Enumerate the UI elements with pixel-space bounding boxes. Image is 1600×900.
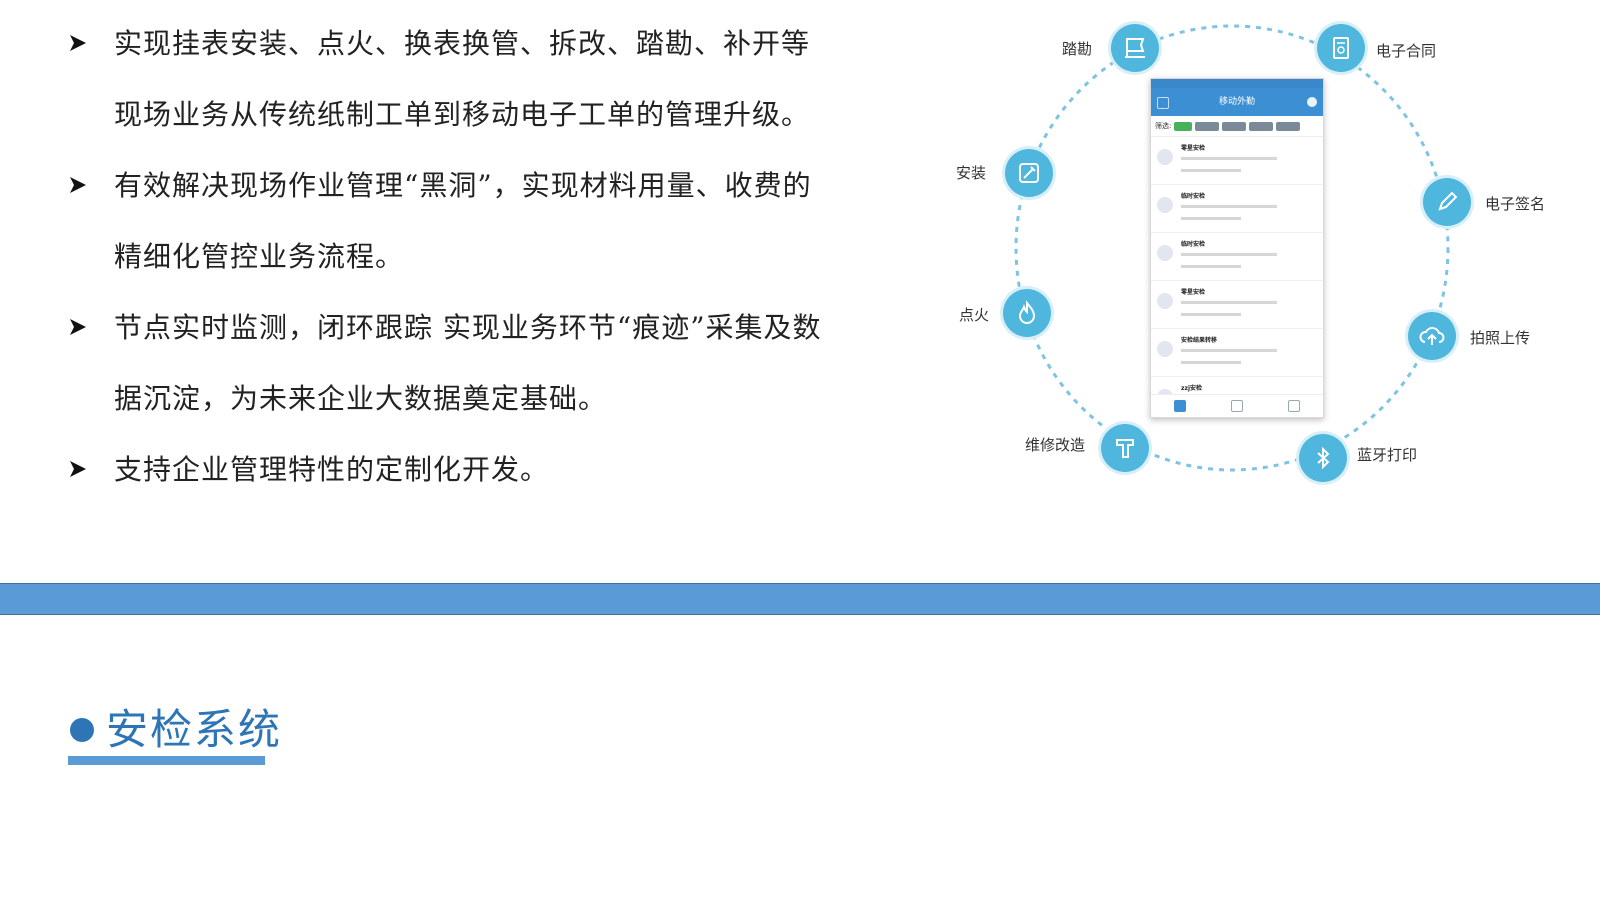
phone-app-title: 移动外勤 xyxy=(1218,97,1255,107)
divider-band xyxy=(0,583,1600,615)
e-signature-label: 电子签名 xyxy=(1485,195,1546,213)
cloud-upload-icon xyxy=(1419,327,1445,345)
pen-icon xyxy=(1438,191,1458,211)
wrench-icon xyxy=(1019,163,1039,183)
phone-list-item: 临时安检 xyxy=(1151,185,1323,233)
repair-node xyxy=(1101,424,1149,472)
scan-icon xyxy=(1157,97,1169,109)
feature-item-2: 有效解决现场作业管理“黑洞”，实现材料用量、收费的 精细化管控业务流程。 xyxy=(68,150,848,292)
phone-item-title: 临时安检 xyxy=(1181,193,1206,200)
arrow-bullet-icon xyxy=(68,292,92,363)
photo-upload-label: 拍照上传 xyxy=(1470,329,1531,347)
ignition-label: 点火 xyxy=(959,306,990,324)
feature-text-line: 据沉淀，为未来企业大数据奠定基础。 xyxy=(114,382,608,415)
phone-item-title: zzj安检 xyxy=(1181,385,1203,392)
repair-label: 维修改造 xyxy=(1025,436,1086,454)
feature-item-1: 实现挂表安装、点火、换表换管、拆改、踏勘、补开等 现场业务从传统纸制工单到移动电… xyxy=(68,8,848,150)
feature-text-line: 精细化管控业务流程。 xyxy=(114,240,405,273)
arrow-bullet-icon xyxy=(68,434,92,505)
cloud-icon xyxy=(1307,97,1317,107)
arrow-bullet-icon xyxy=(68,150,92,221)
arrow-bullet-icon xyxy=(68,8,92,79)
feature-text-line: 实现挂表安装、点火、换表换管、拆改、踏勘、补开等 xyxy=(114,27,811,60)
feature-list: 实现挂表安装、点火、换表换管、拆改、踏勘、补开等 现场业务从传统纸制工单到移动电… xyxy=(68,8,848,505)
user-tab-icon xyxy=(1288,400,1301,412)
hammer-icon xyxy=(1116,439,1134,458)
phone-filter-label: 筛选: xyxy=(1155,122,1172,130)
feature-text-line: 有效解决现场作业管理“黑洞”，实现材料用量、收费的 xyxy=(114,169,812,202)
contract-icon xyxy=(1333,37,1349,59)
avatar xyxy=(1157,149,1173,165)
flag-icon xyxy=(1125,38,1145,58)
avatar xyxy=(1157,341,1173,357)
avatar xyxy=(1157,293,1173,309)
e-contract-node xyxy=(1317,24,1365,72)
filter-chip xyxy=(1195,121,1220,131)
section-underline xyxy=(68,756,265,765)
phone-item-title: 零星安检 xyxy=(1181,145,1206,152)
phone-list-item: 安检结果转移 xyxy=(1151,329,1323,377)
avatar xyxy=(1157,245,1173,261)
phone-list-item: 零星安检 xyxy=(1151,137,1323,185)
feature-item-3: 节点实时监测，闭环跟踪 实现业务环节“痕迹”采集及数 据沉淀，为未来企业大数据奠… xyxy=(68,292,848,434)
phone-app-header: 移动外勤 xyxy=(1151,88,1323,116)
section-title: 安检系统 xyxy=(106,705,283,754)
phone-filter-bar: 筛选: xyxy=(1151,116,1323,137)
e-signature-node xyxy=(1423,178,1471,226)
phone-tab-bar xyxy=(1151,394,1323,417)
install-node xyxy=(1005,149,1053,197)
grid-tab-icon xyxy=(1230,400,1243,412)
survey-node xyxy=(1111,24,1159,72)
feature-text-line: 现场业务从传统纸制工单到移动电子工单的管理升级。 xyxy=(114,98,811,131)
phone-item-title: 零星安检 xyxy=(1181,289,1206,296)
bluetooth-print-label: 蓝牙打印 xyxy=(1357,446,1418,464)
phone-status-bar xyxy=(1151,79,1323,88)
phone-screenshot: 移动外勤 筛选: 零星安检 临时安检 临时安检 零星安检 安检结果转移 zzj安… xyxy=(1150,78,1324,418)
phone-list-item: 临时安检 xyxy=(1151,233,1323,281)
avatar xyxy=(1157,197,1173,213)
install-label: 安装 xyxy=(956,164,987,182)
phone-item-title: 安检结果转移 xyxy=(1181,337,1218,344)
filter-chip xyxy=(1276,121,1301,131)
ignition-node xyxy=(1003,289,1051,337)
feature-item-4: 支持企业管理特性的定制化开发。 xyxy=(68,434,848,505)
feature-text-line: 支持企业管理特性的定制化开发。 xyxy=(114,453,550,486)
home-tab-icon xyxy=(1173,400,1186,412)
e-contract-label: 电子合同 xyxy=(1376,42,1437,60)
bluetooth-icon xyxy=(1317,446,1330,470)
feature-text-line: 节点实时监测，闭环跟踪 实现业务环节“痕迹”采集及数 xyxy=(114,311,822,344)
bullet-dot-icon xyxy=(70,718,94,742)
phone-item-title: 临时安检 xyxy=(1181,241,1206,248)
phone-list-item: 零星安检 xyxy=(1151,281,1323,329)
flame-icon xyxy=(1018,300,1036,324)
filter-chip xyxy=(1249,121,1274,131)
filter-chip xyxy=(1174,121,1193,131)
survey-label: 踏勘 xyxy=(1062,40,1093,58)
filter-chip xyxy=(1222,121,1247,131)
photo-upload-node xyxy=(1408,312,1456,360)
bluetooth-print-node xyxy=(1299,434,1347,482)
